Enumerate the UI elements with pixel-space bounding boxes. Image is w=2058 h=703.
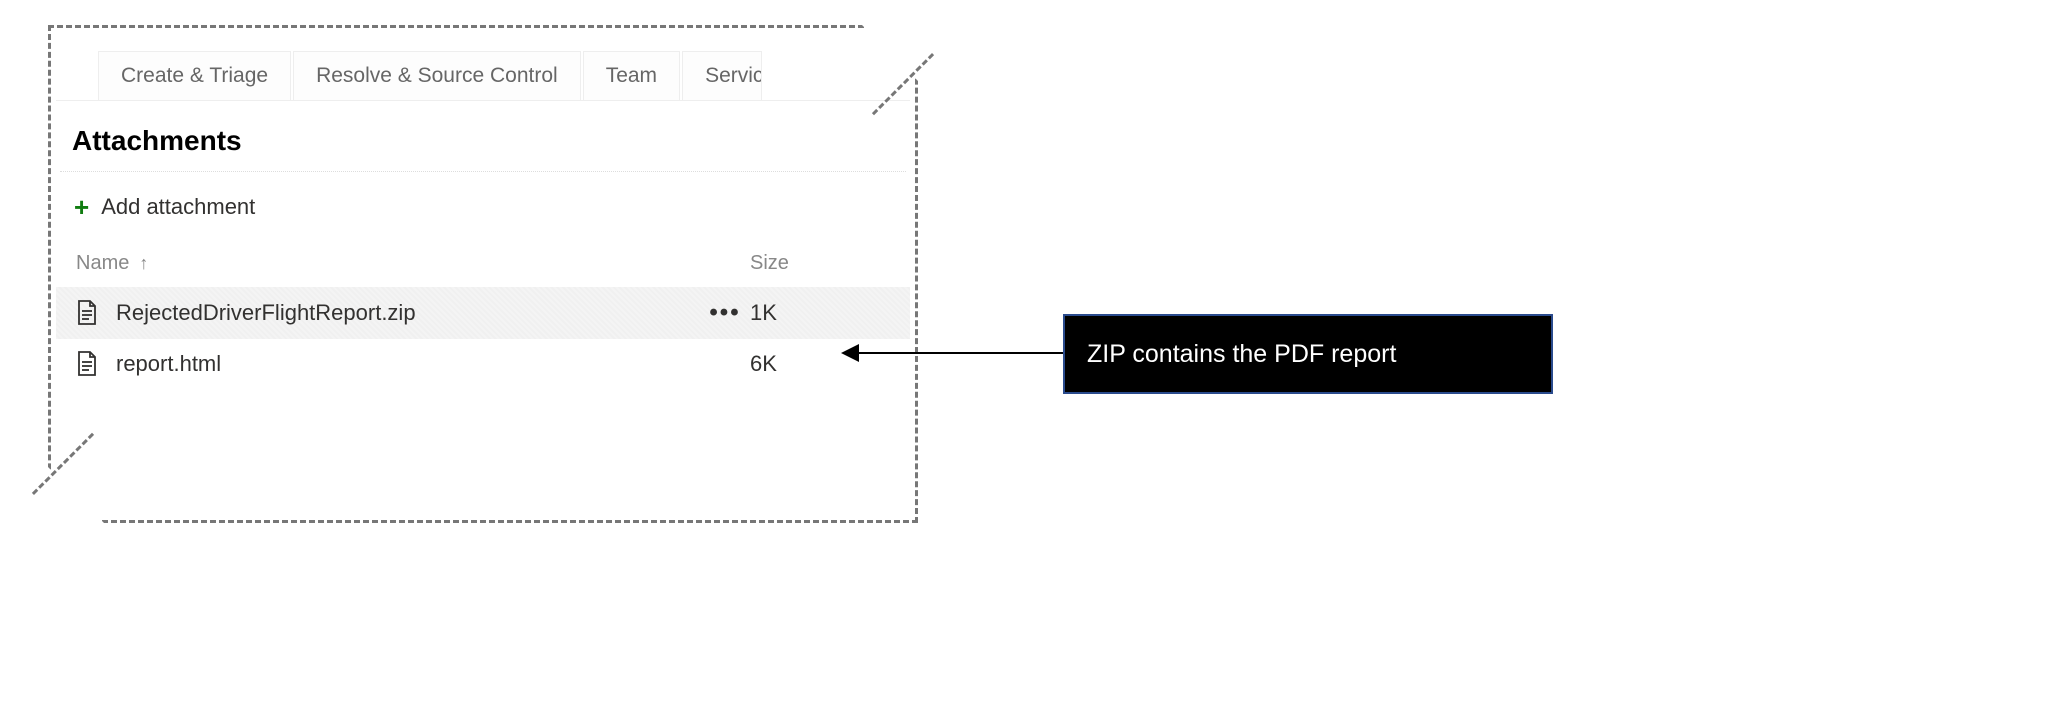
row-more-button[interactable]: ••• [700, 299, 750, 327]
attachment-size: 1K [750, 300, 890, 326]
column-header-name-label: Name [76, 252, 129, 275]
annotation-callout: ZIP contains the PDF report [1063, 314, 1553, 394]
panel-inner: Create & Triage Resolve & Source Control… [56, 33, 910, 515]
tab-resolve-source-control[interactable]: Resolve & Source Control [293, 51, 581, 100]
tab-bar: Create & Triage Resolve & Source Control… [56, 33, 910, 101]
attachment-size: 6K [750, 351, 890, 377]
file-icon [76, 300, 102, 326]
attachment-row[interactable]: report.html 6K [56, 339, 910, 389]
tab-team[interactable]: Team [583, 51, 680, 100]
section-title-attachments: Attachments [60, 101, 906, 172]
attachment-row[interactable]: RejectedDriverFlightReport.zip ••• 1K [56, 287, 910, 339]
column-header-row: Name ↑ Size [56, 244, 910, 287]
add-attachment-label: Add attachment [101, 194, 255, 220]
tab-servicing[interactable]: Servicing [682, 51, 762, 100]
tab-create-triage[interactable]: Create & Triage [98, 51, 291, 100]
add-attachment-button[interactable]: + Add attachment [56, 172, 910, 244]
plus-icon: + [74, 194, 89, 220]
column-header-name[interactable]: Name ↑ [76, 252, 750, 275]
file-icon [76, 351, 102, 377]
annotation-arrow-icon [843, 352, 1063, 354]
column-header-size[interactable]: Size [750, 252, 890, 275]
attachments-panel: Create & Triage Resolve & Source Control… [48, 25, 918, 523]
attachment-name: report.html [116, 351, 700, 377]
annotation-text: ZIP contains the PDF report [1087, 340, 1396, 369]
attachment-name: RejectedDriverFlightReport.zip [116, 300, 700, 326]
sort-ascending-icon: ↑ [139, 253, 148, 274]
